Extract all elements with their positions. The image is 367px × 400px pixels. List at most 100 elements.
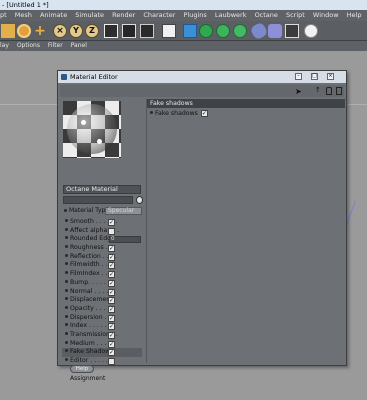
displacement-checkbox[interactable]: ✓: [108, 297, 115, 305]
fake-shadows-row[interactable]: Fake shadows ✓: [149, 109, 208, 118]
material-type-dropdown[interactable]: Specular: [105, 207, 142, 215]
keyframe-dot[interactable]: [65, 236, 68, 240]
camera-icon[interactable]: [285, 24, 299, 38]
fake-shadows-field-checkbox[interactable]: ✓: [200, 109, 208, 117]
editor-checkbox[interactable]: [108, 358, 115, 365]
minimize-icon[interactable]: –: [295, 73, 302, 80]
channel-smooth[interactable]: Smooth . . . . . . ✓: [62, 218, 142, 227]
menu-mesh[interactable]: Mesh: [15, 10, 32, 21]
roughness-checkbox[interactable]: ✓: [108, 245, 115, 253]
channel-rounded-edges[interactable]: Rounded Edges 0: [62, 235, 142, 244]
submenu-options[interactable]: Options: [17, 41, 40, 51]
menu-render[interactable]: Render: [112, 10, 135, 21]
keyframe-dot[interactable]: [65, 358, 68, 361]
new-panel-icon[interactable]: [336, 87, 342, 95]
keyframe-dot[interactable]: [65, 340, 68, 344]
channel-fake-shadows[interactable]: Fake Shadows ✓: [62, 348, 142, 357]
keyframe-dot[interactable]: [65, 253, 68, 257]
channel-normal[interactable]: Normal . . . . . . ✓: [62, 288, 142, 297]
subdivision-icon[interactable]: [199, 24, 213, 38]
keyframe-dot[interactable]: [65, 349, 68, 353]
channel-opacity[interactable]: Opacity . . . . . ✓: [62, 305, 142, 314]
menu-octane[interactable]: Octane: [255, 10, 278, 21]
deformer-icon[interactable]: [249, 21, 269, 41]
keyframe-dot[interactable]: [150, 111, 153, 114]
normal-checkbox[interactable]: ✓: [108, 288, 115, 296]
index-checkbox[interactable]: ✓: [108, 323, 115, 331]
menu-window[interactable]: Window: [313, 10, 339, 21]
submenu-lay[interactable]: lay: [0, 41, 9, 51]
submenu-filter[interactable]: Filter: [48, 41, 63, 51]
menu-animate[interactable]: Animate: [40, 10, 67, 21]
channel-displacement[interactable]: Displacement ✓: [62, 296, 142, 305]
keyframe-dot[interactable]: [65, 305, 68, 309]
channel-filmwidth[interactable]: Filmwidth . . . . ✓: [62, 261, 142, 270]
bump-checkbox[interactable]: ✓: [108, 279, 115, 287]
menu-laubwerk[interactable]: Laubwerk: [215, 10, 247, 21]
keyframe-dot[interactable]: [65, 331, 68, 335]
scale-icon[interactable]: +: [33, 24, 47, 38]
light-icon[interactable]: [304, 24, 318, 38]
transmission-checkbox[interactable]: ✓: [108, 331, 115, 339]
eyedropper-icon[interactable]: [136, 196, 143, 204]
material-editor-title-bar[interactable]: Material Editor – □ ×: [58, 71, 346, 83]
submenu-panel[interactable]: Panel: [71, 41, 87, 51]
x-axis-icon[interactable]: ×: [53, 24, 67, 38]
channel-roughness[interactable]: Roughness . . . ✓: [62, 244, 142, 253]
affect-alpha-checkbox[interactable]: [108, 227, 115, 235]
rotate-icon[interactable]: [17, 24, 31, 38]
menu-simulate[interactable]: Simulate: [75, 10, 104, 21]
spline-icon[interactable]: [216, 24, 230, 38]
filmwidth-checkbox[interactable]: ✓: [108, 262, 115, 270]
keyframe-dot[interactable]: [65, 314, 68, 318]
keyframe-dot[interactable]: [65, 297, 68, 301]
y-axis-icon[interactable]: Y: [69, 24, 83, 38]
menu-script[interactable]: Script: [286, 10, 305, 21]
lock-icon[interactable]: [326, 87, 332, 95]
smooth-checkbox[interactable]: ✓: [108, 219, 115, 226]
channel-filmindex[interactable]: FilmIndex . . . . ✓: [62, 270, 142, 279]
scene-icon[interactable]: [268, 24, 282, 38]
keyframe-dot[interactable]: [65, 219, 68, 222]
render-region-icon[interactable]: [104, 24, 118, 38]
cube-icon[interactable]: [183, 24, 197, 38]
material-search-field[interactable]: [63, 196, 133, 204]
medium-checkbox[interactable]: ✓: [108, 340, 115, 348]
channel-bump[interactable]: Bump. . . . . . . ✓: [62, 279, 142, 288]
z-axis-icon[interactable]: Z: [85, 24, 99, 38]
fake-shadows-checkbox[interactable]: ✓: [108, 349, 115, 357]
keyframe-dot[interactable]: [65, 288, 68, 292]
channel-index[interactable]: Index . . . . . . . ✓: [62, 322, 142, 331]
material-preview[interactable]: [63, 101, 121, 158]
back-arrow-icon[interactable]: ➤: [295, 87, 302, 96]
menu-character[interactable]: Character: [143, 10, 175, 21]
render-view-icon[interactable]: [122, 24, 136, 38]
keyframe-dot[interactable]: [65, 245, 68, 249]
material-name-field[interactable]: Octane Material: [63, 185, 141, 194]
up-arrow-icon[interactable]: ↑: [315, 87, 321, 95]
keyframe-dot[interactable]: [65, 262, 68, 266]
channel-dispersion[interactable]: Dispersion . . . ✓: [62, 314, 142, 323]
menu-pt[interactable]: pt: [0, 10, 7, 21]
filmindex-checkbox[interactable]: ✓: [108, 271, 115, 279]
channel-transmission[interactable]: Transmission . . ✓: [62, 331, 142, 340]
menu-help[interactable]: Help: [347, 10, 362, 21]
reflection-checkbox[interactable]: ✓: [108, 253, 115, 261]
rounded-edges-input[interactable]: 0: [109, 236, 141, 244]
keyframe-dot[interactable]: [65, 279, 68, 283]
move-icon[interactable]: [1, 24, 15, 38]
sphere-icon[interactable]: [233, 24, 247, 38]
help-button[interactable]: Help: [70, 365, 94, 373]
close-icon[interactable]: ×: [327, 73, 334, 80]
channel-reflection[interactable]: Reflection . . . . ✓: [62, 253, 142, 262]
render-picture-icon[interactable]: [162, 24, 176, 38]
keyframe-dot[interactable]: [65, 271, 68, 275]
keyframe-dot[interactable]: [65, 227, 68, 231]
render-settings-icon[interactable]: [140, 24, 154, 38]
channel-medium[interactable]: Medium . . . . . ✓: [62, 340, 142, 349]
opacity-checkbox[interactable]: ✓: [108, 305, 115, 313]
maximize-icon[interactable]: □: [311, 73, 318, 80]
menu-plugins[interactable]: Plugins: [184, 10, 207, 21]
channel-affect-alpha[interactable]: Affect alpha . . .: [62, 227, 142, 236]
assignment-label[interactable]: Assignment: [70, 375, 105, 382]
